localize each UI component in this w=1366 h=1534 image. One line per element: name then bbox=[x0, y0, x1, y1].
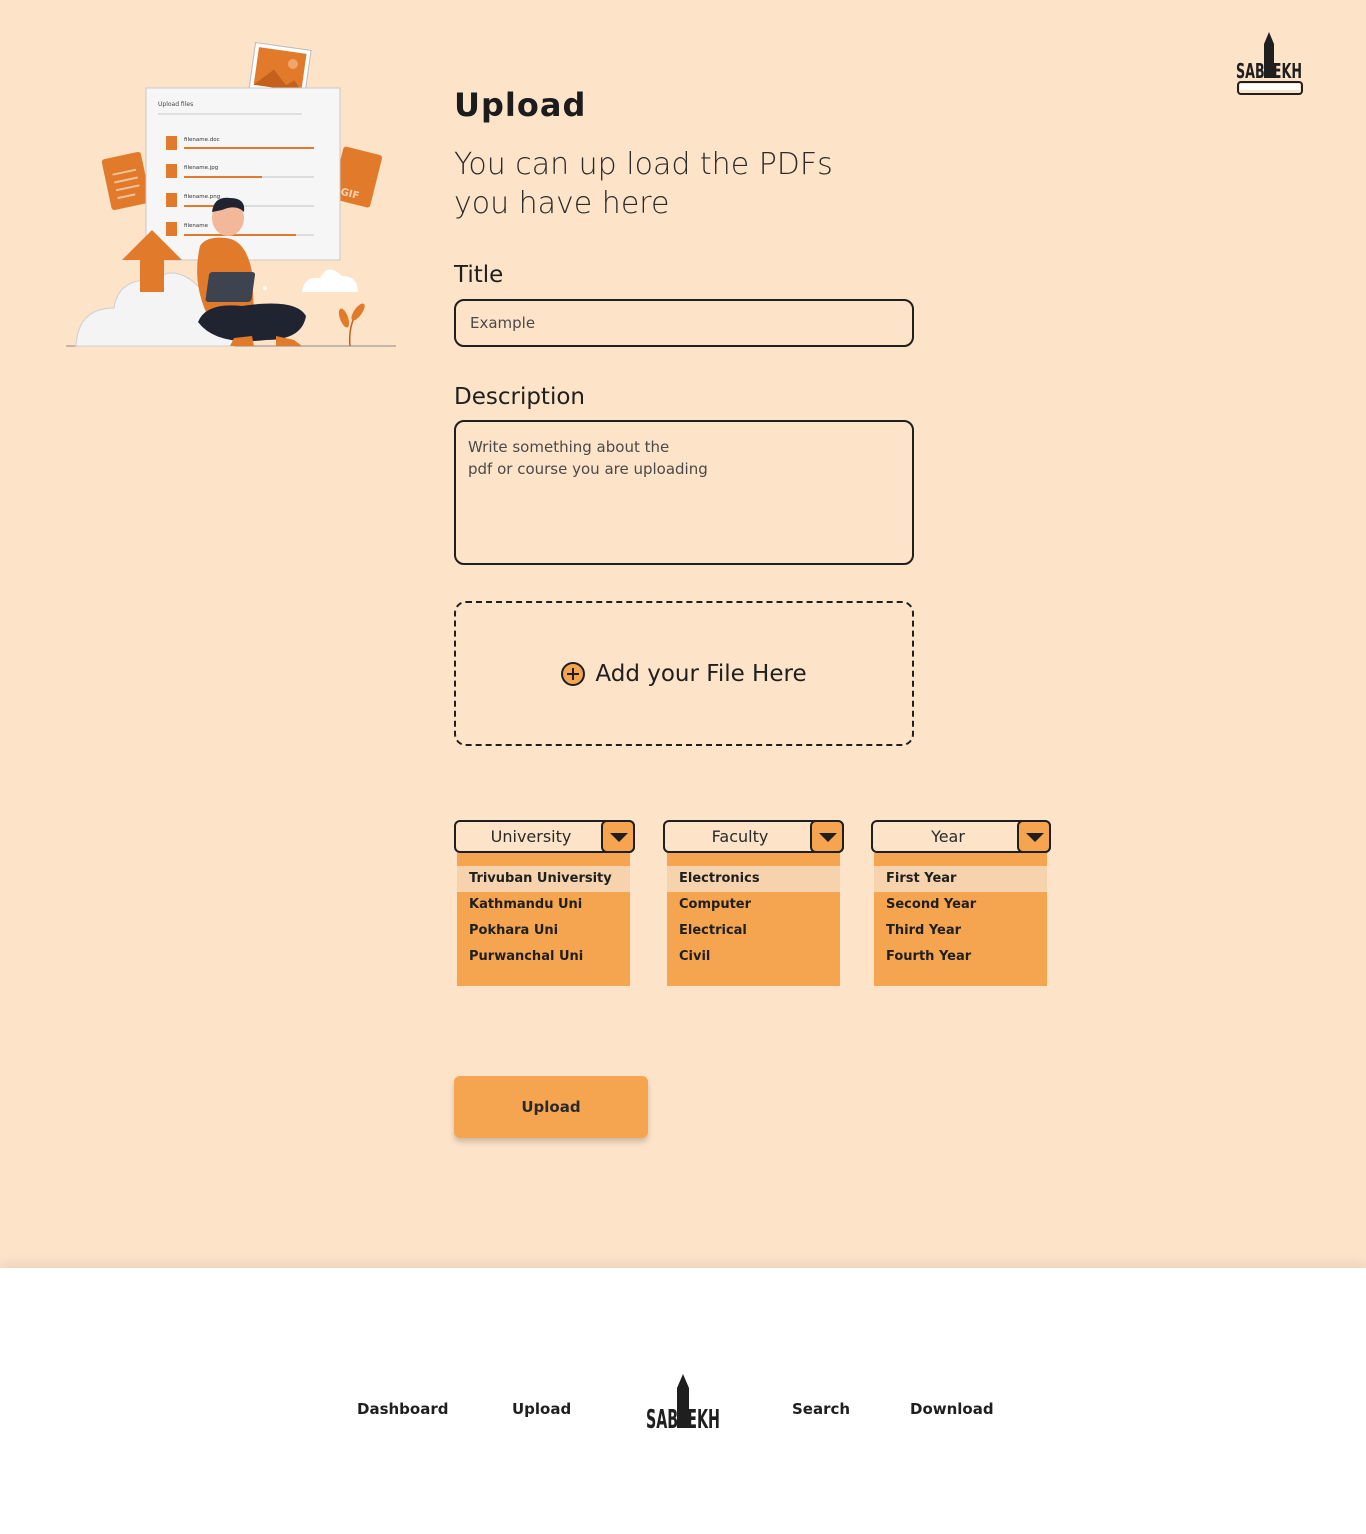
list-item[interactable]: Fourth Year bbox=[874, 944, 1047, 970]
year-select-label: Year bbox=[931, 827, 965, 846]
faculty-select[interactable]: Faculty bbox=[663, 820, 844, 853]
list-item[interactable]: First Year bbox=[874, 866, 1047, 892]
file-dropzone[interactable]: Add your File Here bbox=[454, 601, 914, 746]
add-circle-icon bbox=[561, 661, 586, 686]
svg-text:Upload files: Upload files bbox=[158, 101, 193, 108]
list-item[interactable]: Computer bbox=[667, 892, 840, 918]
list-item[interactable]: Kathmandu Uni bbox=[457, 892, 630, 918]
year-select[interactable]: Year bbox=[871, 820, 1051, 853]
svg-text:filename.jpg: filename.jpg bbox=[184, 165, 218, 171]
upload-illustration: GIF Upload files filename.doc filename.j… bbox=[66, 42, 396, 347]
university-select[interactable]: University bbox=[454, 820, 635, 853]
footer-link-download[interactable]: Download bbox=[910, 1400, 994, 1418]
page-subtitle: You can up load the PDFs you have here bbox=[454, 147, 833, 221]
title-input[interactable] bbox=[454, 299, 914, 347]
list-item[interactable]: Electronics bbox=[667, 866, 840, 892]
footer-link-search[interactable]: Search bbox=[792, 1400, 850, 1418]
sablekh-footer-logo[interactable]: SABLEKH bbox=[644, 1372, 722, 1430]
list-item[interactable]: Purwanchal Uni bbox=[457, 944, 630, 970]
chevron-down-icon[interactable] bbox=[810, 820, 844, 853]
list-item[interactable]: Civil bbox=[667, 944, 840, 970]
description-textarea[interactable] bbox=[454, 420, 914, 565]
footer-link-upload[interactable]: Upload bbox=[512, 1400, 571, 1418]
faculty-options: Electronics Computer Electrical Civil bbox=[667, 853, 840, 986]
list-item[interactable]: Electrical bbox=[667, 918, 840, 944]
svg-text:filename: filename bbox=[184, 223, 209, 229]
title-label: Title bbox=[454, 262, 504, 288]
faculty-select-label: Faculty bbox=[711, 827, 769, 846]
year-options: First Year Second Year Third Year Fourth… bbox=[874, 853, 1047, 986]
footer-link-dashboard[interactable]: Dashboard bbox=[357, 1400, 448, 1418]
list-item[interactable]: Pokhara Uni bbox=[457, 918, 630, 944]
sablekh-logo[interactable]: SABLEKH bbox=[1234, 30, 1304, 98]
dropzone-label: Add your File Here bbox=[595, 660, 807, 687]
main-section: GIF Upload files filename.doc filename.j… bbox=[0, 0, 1366, 1268]
list-item[interactable]: Second Year bbox=[874, 892, 1047, 918]
list-item[interactable]: Third Year bbox=[874, 918, 1047, 944]
svg-text:filename.doc: filename.doc bbox=[184, 137, 220, 143]
chevron-down-icon[interactable] bbox=[601, 820, 635, 853]
page-title: Upload bbox=[454, 86, 587, 124]
university-select-label: University bbox=[490, 827, 572, 846]
university-options: Trivuban University Kathmandu Uni Pokhar… bbox=[457, 853, 630, 986]
description-label: Description bbox=[454, 384, 585, 410]
chevron-down-icon[interactable] bbox=[1017, 820, 1051, 853]
upload-button[interactable]: Upload bbox=[454, 1076, 648, 1138]
list-item[interactable]: Trivuban University bbox=[457, 866, 630, 892]
svg-text:filename.png: filename.png bbox=[184, 194, 220, 200]
